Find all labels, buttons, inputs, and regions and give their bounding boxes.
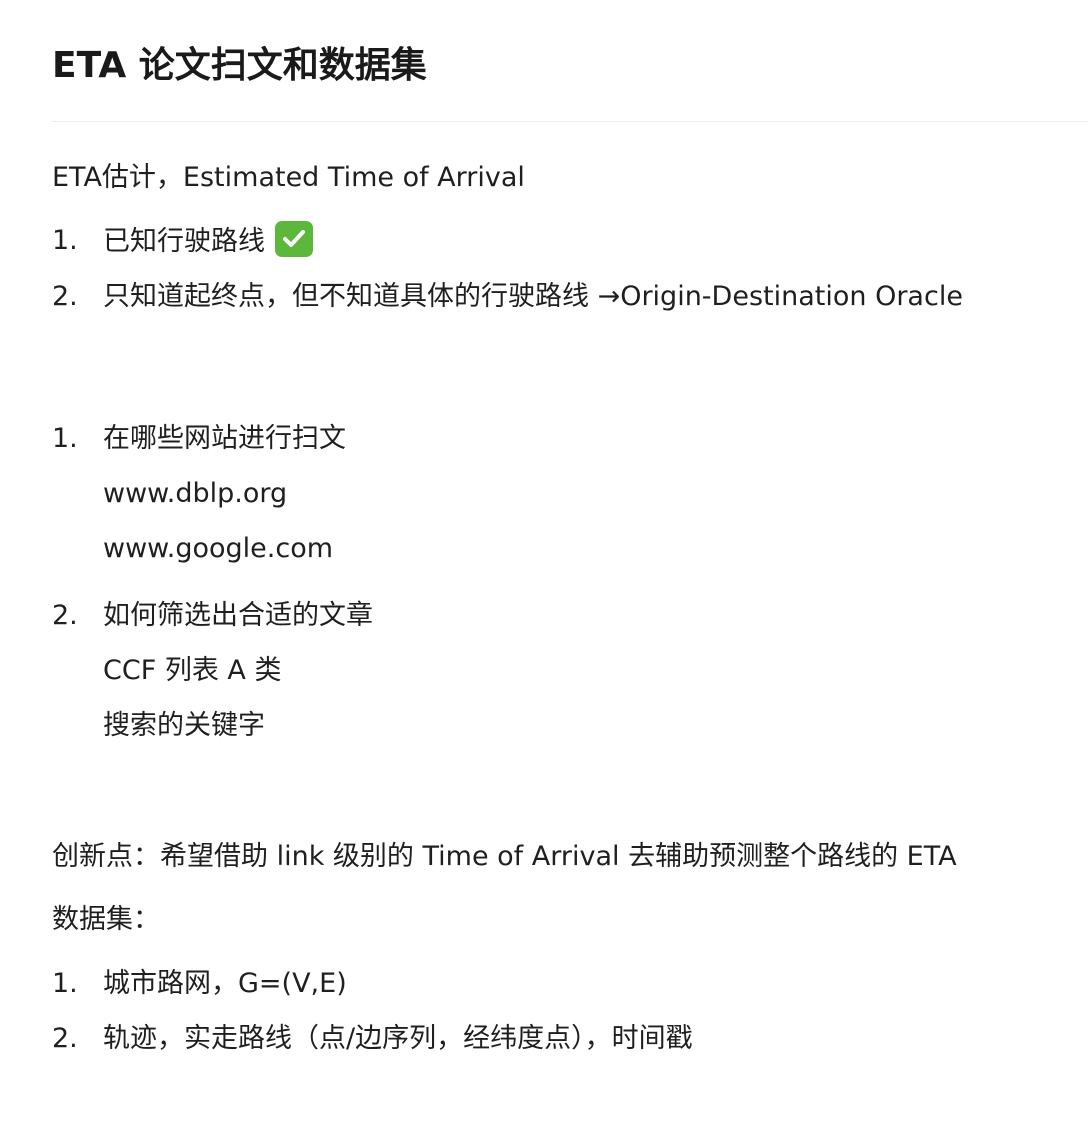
list3-item-1-number: 1. <box>52 968 78 999</box>
list2-item-2: 如何筛选出合适的文章 <box>103 600 373 631</box>
list1-item-2-number: 2. <box>52 281 78 312</box>
list1-item-1: 已知行驶路线 <box>103 221 313 262</box>
list2-item-1-number: 1. <box>52 423 78 454</box>
list2-item-1-sub-2: www.google.com <box>103 533 334 564</box>
list3-item-2-number: 2. <box>52 1023 78 1054</box>
page-title: ETA 论文扫文和数据集 <box>52 45 427 86</box>
document-page: ETA 论文扫文和数据集 ETA估计，Estimated Time of Arr… <box>0 0 1088 1124</box>
list2-item-2-sub-2: 搜索的关键字 <box>103 710 265 741</box>
list2-item-1: 在哪些网站进行扫文 <box>103 423 346 454</box>
list1-item-1-number: 1. <box>52 225 78 256</box>
list2-item-2-number: 2. <box>52 600 78 631</box>
intro-text: ETA估计，Estimated Time of Arrival <box>52 162 525 193</box>
dataset-label: 数据集： <box>52 904 160 935</box>
list1-item-1-text: 已知行驶路线 <box>103 226 265 257</box>
list3-item-1: 城市路网，G=(V,E) <box>103 968 347 999</box>
list3-item-2: 轨迹，实走路线（点/边序列，经纬度点），时间戳 <box>103 1023 693 1054</box>
title-divider <box>52 121 1088 122</box>
list2-item-1-sub-1: www.dblp.org <box>103 478 288 509</box>
list2-item-2-sub-1: CCF 列表 A 类 <box>103 655 282 686</box>
list1-item-2: 只知道起终点，但不知道具体的行驶路线 →Origin-Destination O… <box>103 281 963 312</box>
innovation-text: 创新点：希望借助 link 级别的 Time of Arrival 去辅助预测整… <box>52 841 957 872</box>
check-mark-icon <box>275 221 313 257</box>
